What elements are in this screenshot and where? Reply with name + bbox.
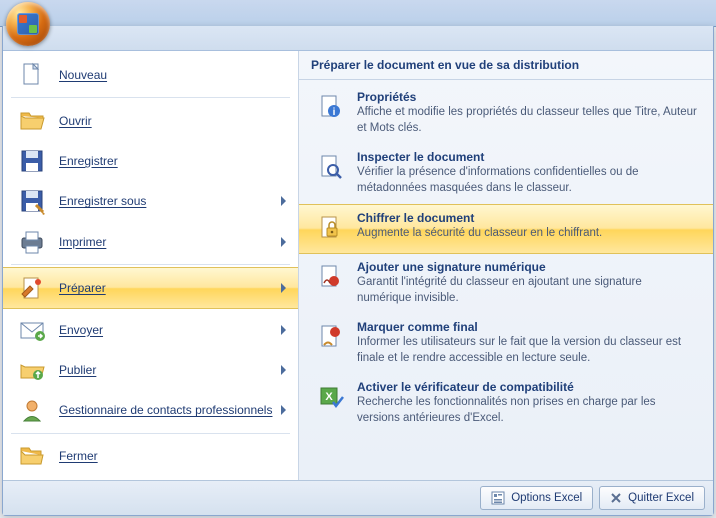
submenu-item-title: Inspecter le document <box>357 150 699 164</box>
prepare-icon <box>17 273 47 303</box>
menu-item-nouveau[interactable]: Nouveau <box>3 55 298 95</box>
inspect-icon <box>313 150 347 184</box>
menu-item-label: Envoyer <box>59 323 103 337</box>
submenu-item-ajouter-une-signature-num-rique[interactable]: Ajouter une signature numériqueGarantit … <box>299 254 713 314</box>
menu-separator <box>11 264 290 265</box>
office-menu-panel: Nouveau Ouvrir Enregistrer Enregistrer sous… <box>2 26 714 516</box>
menu-item-imprimer[interactable]: Imprimer <box>3 222 298 262</box>
menu-item-label: Enregistrer <box>59 154 118 168</box>
chevron-right-icon <box>281 196 286 206</box>
compat-check-icon: X <box>313 380 347 414</box>
signature-icon <box>313 260 347 294</box>
right-submenu-column: Préparer le document en vue de sa distri… <box>299 51 713 480</box>
svg-text:X: X <box>325 391 333 403</box>
office-button[interactable] <box>6 2 50 46</box>
chevron-right-icon <box>281 237 286 247</box>
left-menu-column: Nouveau Ouvrir Enregistrer Enregistrer sous… <box>3 51 299 480</box>
excel-options-label: Options Excel <box>511 492 582 504</box>
open-folder-icon <box>17 106 47 136</box>
chevron-right-icon <box>281 325 286 335</box>
submenu-item-propri-t-s[interactable]: i PropriétésAffiche et modifie les propri… <box>299 84 713 144</box>
menu-item-publier[interactable]: Publier <box>3 350 298 390</box>
menu-item-label: Fermer <box>59 449 98 463</box>
submenu-item-activer-le-v-rificateur-de-compatibilit[interactable]: X Activer le vérificateur de compatibilit… <box>299 374 713 434</box>
menu-item-label: Publier <box>59 363 96 377</box>
submenu-item-desc: Recherche les fonctionnalités non prises… <box>357 395 699 426</box>
menu-footer: Options Excel Quitter Excel <box>3 480 713 515</box>
properties-icon: i <box>313 90 347 124</box>
submenu-item-desc: Informer les utilisateurs sur le fait qu… <box>357 335 699 366</box>
chevron-right-icon <box>281 405 286 415</box>
submenu-item-title: Ajouter une signature numérique <box>357 260 699 274</box>
menu-item-enregistrer-sous[interactable]: Enregistrer sous <box>3 181 298 221</box>
menu-separator <box>11 97 290 98</box>
submenu-item-title: Propriétés <box>357 90 699 104</box>
submenu-item-inspecter-le-document[interactable]: Inspecter le documentVérifier la présenc… <box>299 144 713 204</box>
svg-text:i: i <box>333 107 336 118</box>
options-icon <box>491 491 505 505</box>
contacts-icon <box>17 395 47 425</box>
menu-item-enregistrer[interactable]: Enregistrer <box>3 141 298 181</box>
save-as-icon <box>17 186 47 216</box>
submenu-item-title: Marquer comme final <box>357 320 699 334</box>
chevron-right-icon <box>281 365 286 375</box>
submenu-item-marquer-comme-final[interactable]: Marquer comme finalInformer les utilisat… <box>299 314 713 374</box>
save-icon <box>17 146 47 176</box>
print-icon <box>17 227 47 257</box>
excel-options-button[interactable]: Options Excel <box>480 486 593 510</box>
menu-item-fermer[interactable]: Fermer <box>3 436 298 476</box>
mark-final-icon <box>313 320 347 354</box>
send-icon <box>17 315 47 345</box>
menu-item-label: Imprimer <box>59 235 106 249</box>
submenu-item-desc: Augmente la sécurité du classeur en le c… <box>357 226 699 242</box>
title-bar <box>0 0 716 27</box>
chevron-right-icon <box>281 283 286 293</box>
menu-item-label: Enregistrer sous <box>59 194 146 208</box>
menu-item-label: Nouveau <box>59 68 107 82</box>
menu-header-strip <box>3 26 713 51</box>
new-doc-icon <box>17 60 47 90</box>
close-file-icon <box>17 441 47 471</box>
submenu-item-title: Chiffrer le document <box>357 211 699 225</box>
submenu-item-desc: Vérifier la présence d'informations conf… <box>357 165 699 196</box>
menu-separator <box>11 433 290 434</box>
submenu-list: i PropriétésAffiche et modifie les propri… <box>299 80 713 480</box>
submenu-header: Préparer le document en vue de sa distri… <box>299 51 713 80</box>
quit-excel-label: Quitter Excel <box>628 492 694 504</box>
close-icon <box>610 492 622 504</box>
menu-item-gestionnaire-de-contacts-professionnels[interactable]: Gestionnaire de contacts professionnels <box>3 390 298 430</box>
menu-item-label: Gestionnaire de contacts professionnels <box>59 403 272 417</box>
menu-item-label: Ouvrir <box>59 114 92 128</box>
publish-icon <box>17 355 47 385</box>
menu-item-pr-parer[interactable]: Préparer <box>3 267 298 309</box>
submenu-item-desc: Garantit l'intégrité du classeur en ajou… <box>357 275 699 306</box>
menu-item-label: Préparer <box>59 281 106 295</box>
submenu-item-chiffrer-le-document[interactable]: Chiffrer le documentAugmente la sécurité… <box>299 204 713 254</box>
encrypt-icon <box>313 211 347 245</box>
submenu-item-title: Activer le vérificateur de compatibilité <box>357 380 699 394</box>
menu-item-envoyer[interactable]: Envoyer <box>3 309 298 349</box>
menu-item-ouvrir[interactable]: Ouvrir <box>3 100 298 140</box>
quit-excel-button[interactable]: Quitter Excel <box>599 486 705 510</box>
submenu-item-desc: Affiche et modifie les propriétés du cla… <box>357 105 699 136</box>
